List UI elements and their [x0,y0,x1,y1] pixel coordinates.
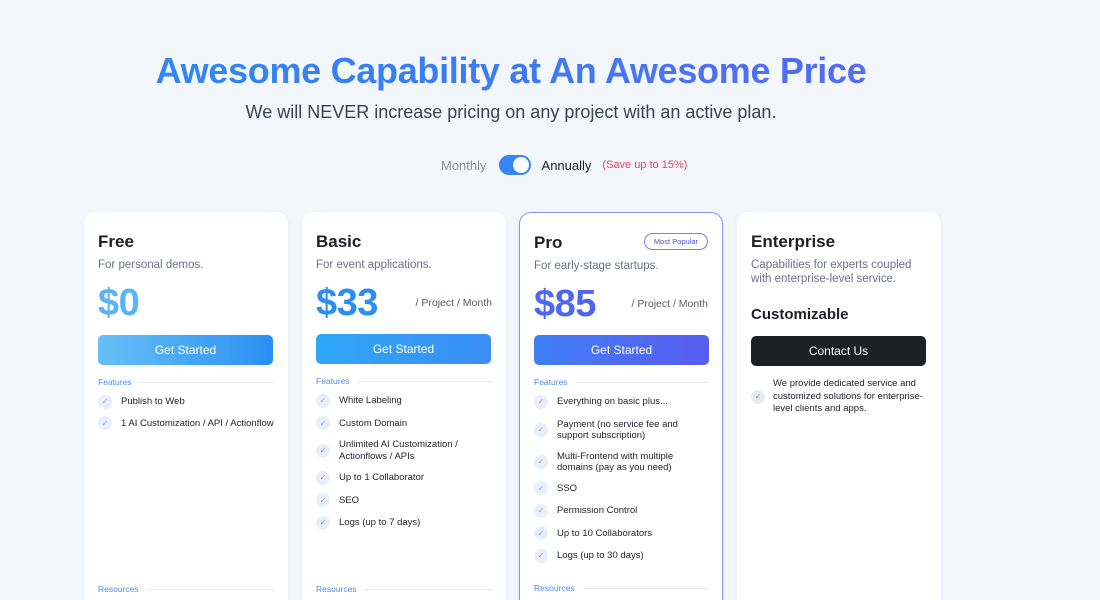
check-icon: ✓ [534,394,548,409]
price-period: / Project / Month [415,297,492,309]
feature-item: ✓ Multi-Frontend with multiple domains (p… [534,451,708,474]
get-started-button[interactable]: Get Started [98,335,273,365]
switch-knob [512,157,529,173]
check-icon: ✓ [534,481,548,496]
most-popular-badge: Most Popular [643,233,708,250]
check-icon: ✓ [534,548,548,563]
feature-list: ✓ White Labeling ✓ Custom Domain ✓ Unlimite… [316,393,492,530]
check-icon: ✓ [534,455,548,469]
plan-name: Pro [534,233,563,252]
check-icon: ✓ [534,503,548,518]
feature-item: ✓ Permission Control [534,503,708,518]
plan-price: $33 [316,282,378,324]
feature-item: ✓ Unlimited AI Customization / Actionflow… [316,439,492,462]
feature-item: ✓ Up to 1 Collaborator [316,470,492,485]
billing-period-switch[interactable] [498,155,531,175]
price-period: / Project / Month [631,298,708,310]
page-subtitle: We will NEVER increase pricing on any pr… [245,102,777,122]
page-title: Awesome Capability at An Awesome Price [0,50,1022,92]
feature-item: ✓ Up to 10 Collaborators [534,526,708,541]
plan-description: For personal demos. [98,259,204,271]
plan-card-free: Free For personal demos. $0 Get Started … [84,212,288,600]
check-icon: ✓ [751,389,765,404]
check-icon: ✓ [316,470,330,485]
feature-item: ✓ Logs (up to 30 days) [534,548,708,563]
feature-item: ✓ Everything on basic plus... [534,394,708,409]
get-started-button[interactable]: Get Started [316,334,491,364]
features-section-label: Features [534,377,708,387]
check-icon: ✓ [316,393,330,408]
feature-item: ✓ Logs (up to 7 days) [316,515,492,530]
plan-name: Basic [316,232,362,251]
resources-section-label: Resources [534,583,708,593]
plan-price: $85 [534,283,596,325]
check-icon: ✓ [98,394,112,409]
billing-toggle: Monthly Annually (Save up to 15%) [441,153,687,177]
feature-item: ✓ Payment (no service fee and support sub… [534,419,708,442]
plan-description: For event applications. [316,259,432,271]
plan-card-pro: Pro Most Popular For early-stage startup… [519,212,723,600]
check-icon: ✓ [534,526,548,541]
check-icon: ✓ [316,515,330,530]
features-section-label: Features [316,376,492,386]
check-icon: ✓ [316,493,330,508]
monthly-label[interactable]: Monthly [441,158,487,173]
plan-name: Enterprise [751,232,836,251]
feature-list: ✓ Everything on basic plus... ✓ Payment (n… [534,394,708,563]
feature-item: ✓ White Labeling [316,393,492,408]
plan-card-basic: Basic For event applications. $33 / Proj… [302,212,506,600]
annually-label[interactable]: Annually [542,158,592,173]
feature-item: ✓ SSO [534,481,708,496]
check-icon: ✓ [534,423,548,437]
plan-price: $0 [98,282,140,324]
plan-card-enterprise: Enterprise Capabilities for experts coup… [737,212,941,600]
check-icon: ✓ [98,416,112,431]
features-section-label: Features [98,377,274,387]
feature-item: ✓ 1 AI Customization / API / Actionflow [98,416,274,431]
price-customizable: Customizable [751,306,849,323]
resources-section-label: Resources [98,584,274,594]
plan-name: Free [98,232,134,251]
get-started-button[interactable]: Get Started [534,335,709,365]
save-note: (Save up to 15%) [602,159,688,171]
feature-list: ✓ Publish to Web ✓ 1 AI Customization / AP… [98,394,274,431]
feature-item: ✓ SEO [316,493,492,508]
plan-description: Capabilities for experts coupled with en… [751,259,912,285]
contact-us-button[interactable]: Contact Us [751,336,926,366]
resources-section-label: Resources [316,584,492,594]
feature-item: ✓ Publish to Web [98,394,274,409]
check-icon: ✓ [316,416,330,431]
enterprise-note: ✓ We provide dedicated service and custo… [751,378,927,416]
check-icon: ✓ [316,443,330,458]
plan-description: For early-stage startups. [534,260,659,272]
feature-item: ✓ Custom Domain [316,416,492,431]
